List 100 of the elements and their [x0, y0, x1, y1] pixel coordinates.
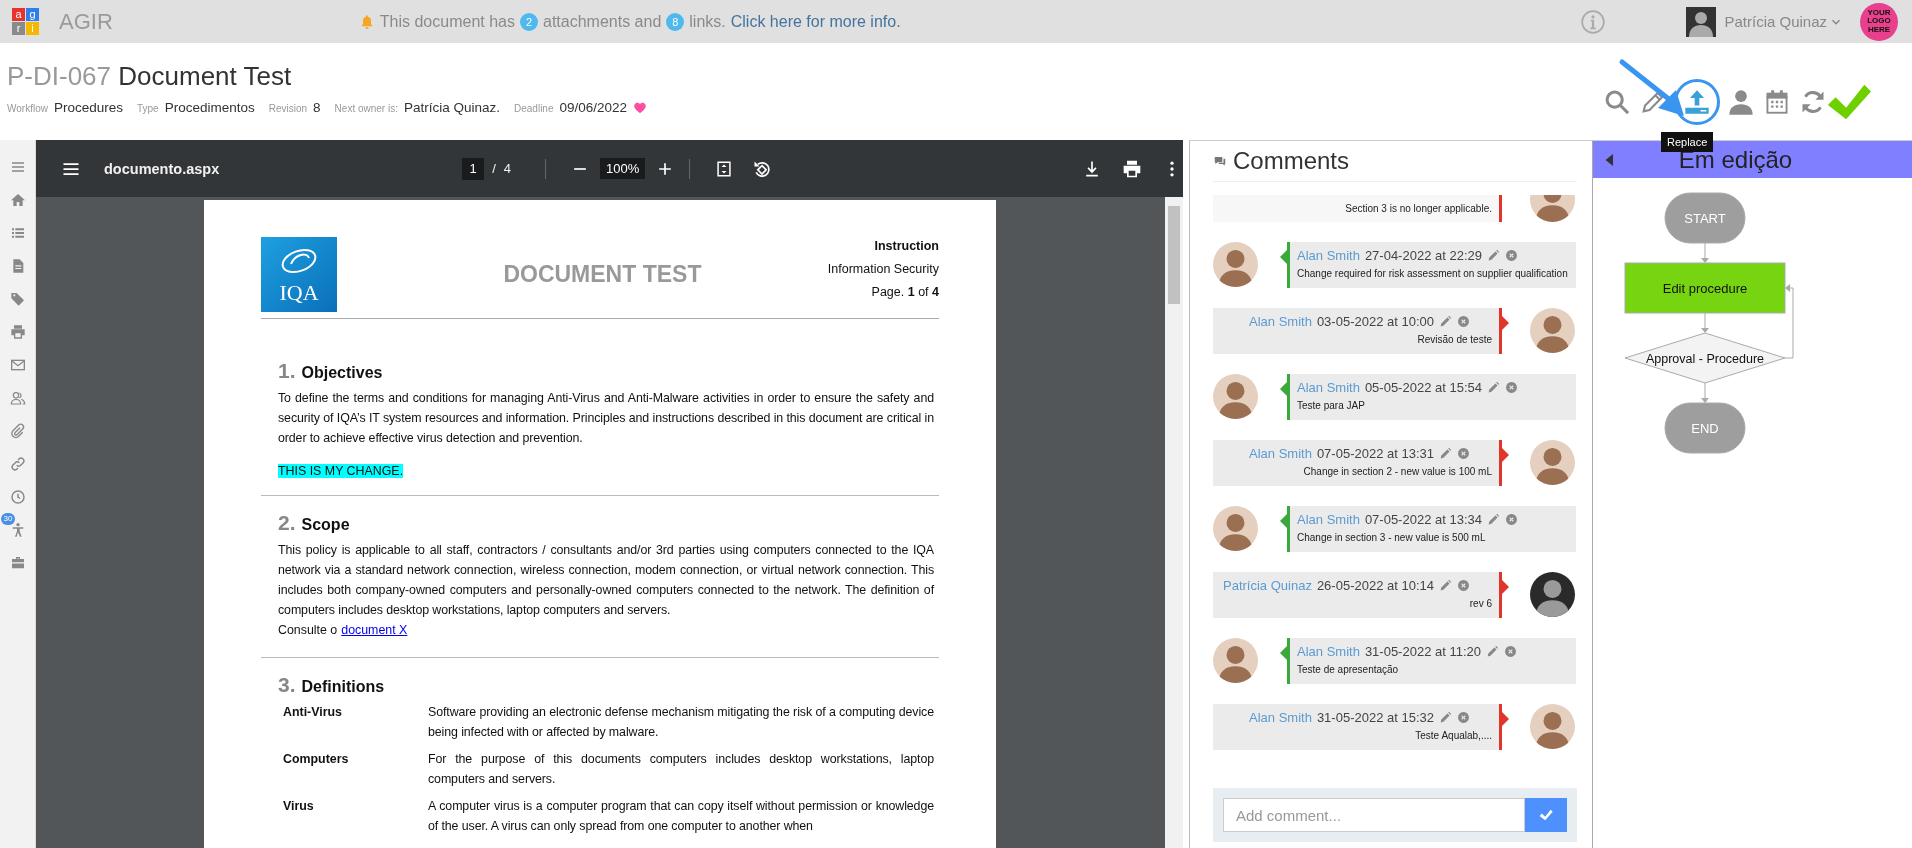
comment-text: rev 6	[1468, 598, 1492, 609]
pointer-icon	[1280, 382, 1287, 396]
meta-label: Type	[137, 103, 159, 114]
list-icon[interactable]	[9, 225, 26, 241]
avatar	[1213, 242, 1258, 287]
pointer-icon	[1280, 646, 1287, 660]
zoom-field[interactable]: 100%	[600, 158, 646, 179]
notice-text: attachments and	[543, 12, 662, 31]
tag-icon[interactable]	[9, 291, 26, 307]
pencil-icon[interactable]	[1439, 711, 1452, 724]
scrollbar[interactable]	[1165, 197, 1183, 848]
search-icon[interactable]	[1603, 88, 1631, 116]
comment-date: 26-05-2022 at 10:14	[1316, 578, 1434, 593]
paragraph: This policy is applicable to all staff, contractors / consultants and/or 3rd parties using computers connected to the IQA network via a standard network connection, wireless connection, modem connection, or virtual network connection. This includes both company-owned computers and personally-owned computers connected to the network. The definition of computers includes desktop workstations, laptop computers and servers.	[278, 542, 934, 619]
close-icon[interactable]	[1505, 381, 1518, 394]
meta-value: Procedures	[53, 100, 123, 115]
close-icon[interactable]	[1505, 513, 1518, 526]
info-icon[interactable]	[1580, 8, 1607, 35]
meta-label: Deadline	[514, 103, 554, 114]
pencil-icon[interactable]	[1439, 315, 1452, 328]
document-title: P-DI-067 Document Test	[7, 60, 293, 92]
pencil-icon[interactable]	[1439, 579, 1452, 592]
logo-letter: r	[12, 22, 25, 35]
comment-author: Alan Smith	[1249, 446, 1312, 461]
pointer-icon	[1280, 250, 1287, 264]
pencil-icon[interactable]	[1487, 249, 1500, 262]
close-icon[interactable]	[1457, 711, 1470, 724]
close-icon[interactable]	[1505, 249, 1518, 262]
mail-icon[interactable]	[9, 357, 26, 373]
comment-author: Alan Smith	[1297, 380, 1360, 395]
comment-text: Teste de apresentação	[1297, 664, 1400, 675]
comment-text: Teste para JAP	[1297, 400, 1366, 411]
decision-node: Approval - Procedure	[1624, 332, 1786, 384]
pointer-icon	[1502, 448, 1509, 462]
logo-letter: a	[12, 8, 25, 21]
home-icon[interactable]	[9, 192, 26, 208]
comment-author: Alan Smith	[1249, 314, 1312, 329]
briefcase-icon[interactable]	[9, 555, 26, 571]
comment-author: Alan Smith	[1297, 644, 1360, 659]
paperclip-icon[interactable]	[9, 423, 26, 439]
people-icon[interactable]	[9, 390, 26, 406]
pointer-icon	[1502, 316, 1509, 330]
comment-text: Revisão de teste	[1416, 334, 1492, 345]
connector	[1701, 382, 1709, 403]
close-icon[interactable]	[1457, 315, 1470, 328]
pencil-icon[interactable]	[1487, 381, 1500, 394]
definition-term: Computers	[283, 751, 350, 768]
pencil-icon[interactable]	[1486, 645, 1499, 658]
paragraph: Consulte o	[278, 622, 338, 639]
document-link[interactable]: document X	[341, 620, 408, 640]
document-type: Instruction	[873, 239, 939, 253]
document-logo: IQA	[261, 237, 337, 312]
pointer-icon	[1502, 580, 1509, 594]
close-icon[interactable]	[1457, 579, 1470, 592]
pencil-icon[interactable]	[1439, 447, 1452, 460]
heart-icon[interactable]	[633, 100, 648, 115]
close-icon[interactable]	[1504, 645, 1517, 658]
paragraph: To define the terms and conditions for managing Anti-Virus and Anti-Malware activities in order to ensure the safety and security of IQA’s IT system resources and information. Principles and instructions described in this document are critical in order to achieve effective virus detection and prevention.	[278, 390, 934, 447]
printer-icon[interactable]	[1122, 158, 1143, 179]
terminal-node: START	[1664, 192, 1746, 244]
count-badge: 30	[0, 513, 16, 525]
comment-author: Alan Smith	[1297, 248, 1360, 263]
comment-date: 05-05-2022 at 15:54	[1364, 380, 1482, 395]
upload-icon[interactable]	[1683, 88, 1711, 116]
comment-field[interactable]: Add comment...	[1223, 798, 1525, 832]
panel-title: Comments	[1233, 147, 1350, 175]
comment-author: Alan Smith	[1249, 710, 1312, 725]
section-number: 2.	[278, 511, 296, 535]
comment-date: 31-05-2022 at 11:20	[1364, 644, 1481, 659]
terminal-node: END	[1664, 402, 1746, 454]
comment-date: 07-05-2022 at 13:34	[1364, 512, 1482, 527]
send-button[interactable]	[1525, 798, 1567, 832]
file-name: documento.aspx	[104, 160, 220, 177]
link-icon[interactable]	[9, 456, 26, 472]
meta-label: Revision	[268, 103, 308, 114]
comment-date: 07-05-2022 at 13:31	[1316, 446, 1434, 461]
pencil-icon[interactable]	[1487, 513, 1500, 526]
avatar	[1213, 638, 1258, 683]
page-field[interactable]: 1	[462, 157, 485, 180]
comment-text: Change in section 3 - new value is 500 mL	[1297, 532, 1487, 543]
page-separator: /	[492, 161, 496, 176]
clock-icon[interactable]	[9, 489, 26, 505]
comment-text: Change in section 2 - new value is 100 mL	[1302, 466, 1492, 477]
refresh-icon[interactable]	[1799, 88, 1827, 116]
avatar	[1530, 440, 1575, 485]
document-category: Information Security	[827, 262, 939, 276]
count-badge: 8	[666, 12, 685, 31]
checkmark-icon	[1539, 808, 1553, 822]
document-heading: DOCUMENT TEST	[502, 261, 703, 288]
user-avatar[interactable]	[1686, 6, 1717, 37]
section-title: Objectives	[301, 364, 383, 382]
comment-date: 31-05-2022 at 15:32	[1316, 710, 1434, 725]
brand-logo: YOUR LOGO HERE	[1860, 2, 1898, 41]
comment-text: Teste Aqualab,....	[1414, 730, 1492, 741]
close-icon[interactable]	[1457, 447, 1470, 460]
section-number: 1.	[278, 359, 296, 383]
person-icon[interactable]	[1727, 88, 1755, 116]
more-info-link[interactable]: Click here for more info.	[730, 12, 901, 31]
section-title: Scope	[301, 516, 350, 534]
notice-text: links.	[689, 12, 726, 31]
